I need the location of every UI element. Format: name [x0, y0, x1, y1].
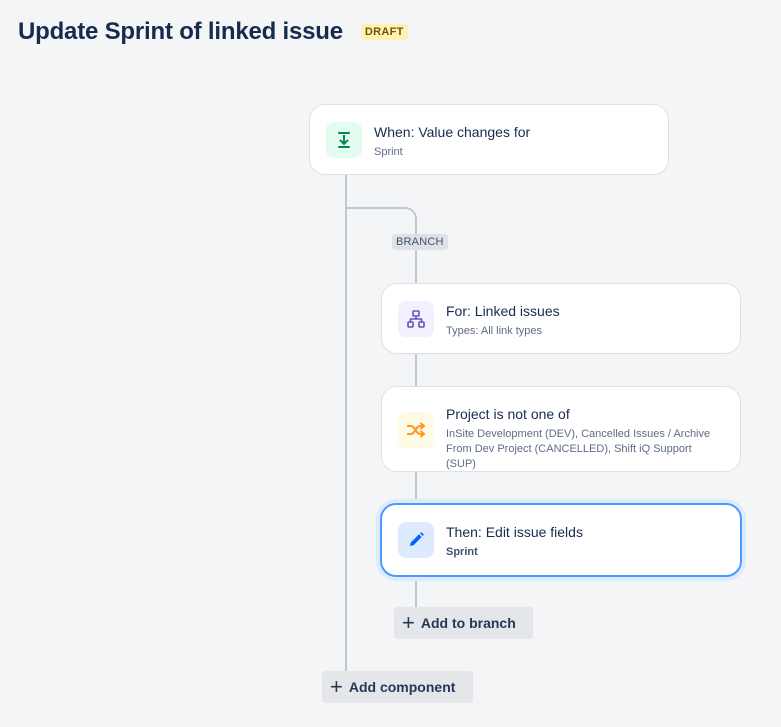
branch-rule-subtitle: Types: All link types: [446, 325, 542, 337]
add-to-branch-button[interactable]: + Add to branch: [394, 607, 533, 639]
plus-icon: +: [330, 674, 343, 699]
pencil-icon: [398, 522, 434, 558]
branch-connector-line: [415, 471, 417, 504]
trigger-subtitle: Sprint: [374, 146, 403, 158]
condition-title: Project is not one of: [446, 406, 570, 422]
status-badge: DRAFT: [360, 24, 408, 40]
condition-card[interactable]: Project is not one of InSite Development…: [381, 386, 741, 472]
action-title: Then: Edit issue fields: [446, 524, 583, 540]
trigger-download-icon: [326, 122, 362, 158]
trigger-card[interactable]: When: Value changes for Sprint: [309, 104, 669, 175]
shuffle-icon: [398, 412, 434, 448]
branch-connector-line: [415, 577, 417, 608]
action-subtitle: Sprint: [446, 546, 478, 558]
branch-rule-title: For: Linked issues: [446, 303, 560, 319]
condition-subtitle-line2: From Dev Project (CANCELLED), Shift iQ S…: [446, 443, 692, 470]
main-connector-line: [345, 174, 347, 671]
action-card[interactable]: Then: Edit issue fields Sprint: [380, 503, 742, 577]
condition-subtitle: InSite Development (DEV), Cancelled Issu…: [446, 427, 724, 472]
branch-connector-line: [415, 353, 417, 387]
branch-connector-line: [415, 249, 417, 285]
branch-rule-card[interactable]: For: Linked issues Types: All link types: [381, 283, 741, 354]
add-to-branch-label: Add to branch: [420, 615, 516, 631]
branch-label: BRANCH: [392, 234, 448, 250]
branch-connector-curve: [345, 207, 417, 235]
plus-icon: +: [402, 610, 415, 635]
page-title: Update Sprint of linked issue: [18, 18, 343, 45]
page-header: Update Sprint of linked issue DRAFT: [18, 18, 408, 46]
condition-subtitle-line1: InSite Development (DEV), Cancelled Issu…: [446, 428, 711, 440]
add-component-button[interactable]: + Add component: [322, 671, 473, 703]
add-component-label: Add component: [348, 679, 456, 695]
trigger-title: When: Value changes for: [374, 124, 531, 140]
hierarchy-icon: [398, 301, 434, 337]
